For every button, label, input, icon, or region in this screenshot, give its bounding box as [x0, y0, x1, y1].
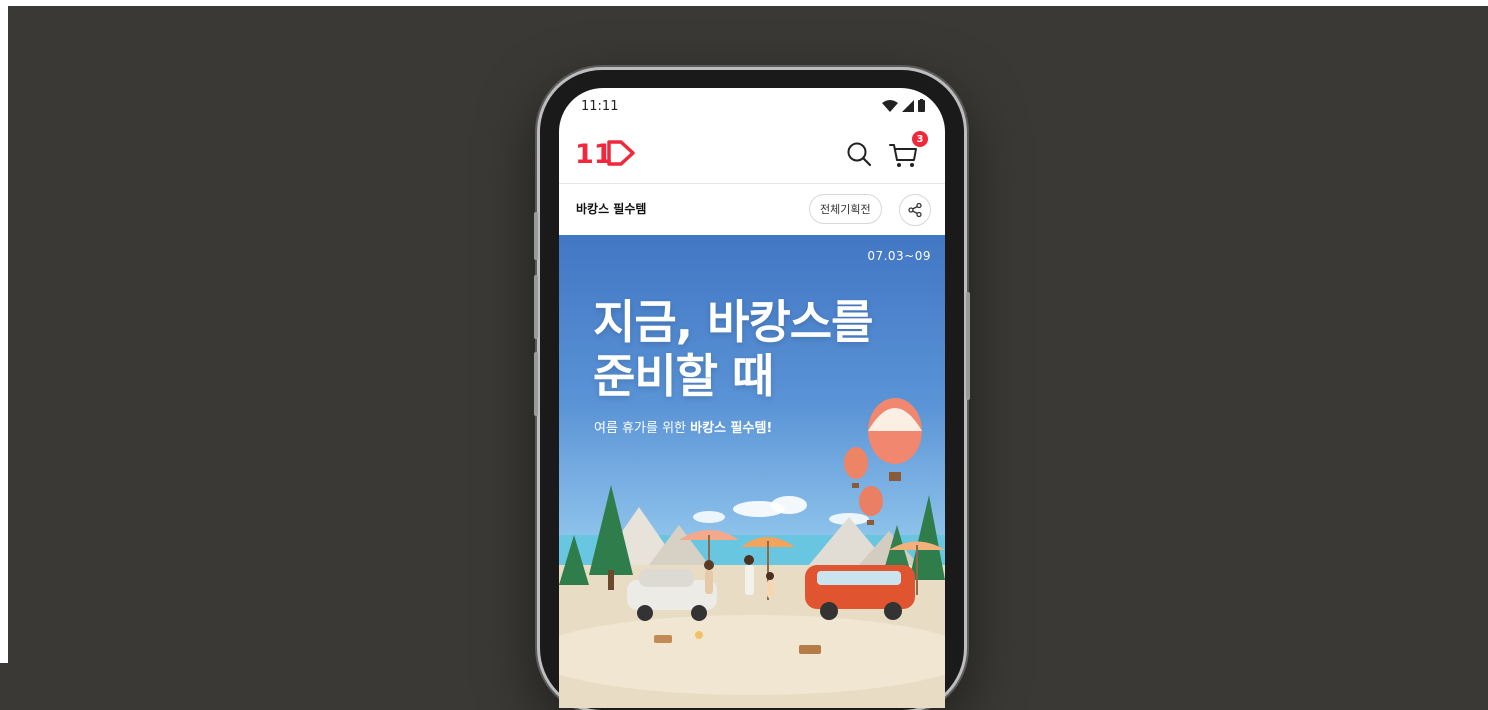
cart-count-badge: 3: [912, 131, 928, 147]
banner-date-range: 07.03~09: [867, 249, 931, 263]
banner-subtitle-bold: 바캉스 필수템!: [690, 421, 773, 436]
search-button[interactable]: [845, 140, 873, 168]
logo-text: 11: [575, 139, 613, 169]
page-title: 바캉스 필수템: [576, 202, 647, 216]
banner-headline-line2: 준비할 때: [593, 349, 774, 403]
phone-power-button: [966, 292, 970, 400]
banner-headline-line1: 지금, 바캉스를: [593, 295, 873, 349]
phone-volume-down-button: [534, 352, 538, 416]
wifi-icon: [882, 99, 898, 112]
phone-volume-up-button: [534, 275, 538, 339]
brand-logo[interactable]: 11: [575, 137, 637, 169]
phone-screen: 11:11 11 3 바캉스 필수템 전체기획전 07.03~09 지금, 바캉…: [559, 88, 945, 708]
banner-headline: 지금, 바캉스를 준비할 때: [593, 295, 873, 403]
frame-edge-top: [0, 0, 1488, 6]
status-icons: [882, 99, 925, 112]
all-events-button[interactable]: 전체기획전: [809, 194, 882, 224]
app-header: 11 3: [559, 125, 945, 184]
frame-edge-left: [0, 0, 8, 663]
status-bar: 11:11: [559, 88, 945, 125]
search-icon: [847, 142, 872, 167]
banner-subtitle-prefix: 여름 휴가를 위한: [594, 421, 691, 436]
status-time: 11:11: [581, 99, 619, 114]
sub-header: 바캉스 필수템 전체기획전: [559, 184, 945, 236]
signal-icon: [902, 99, 914, 112]
banner-subtitle: 여름 휴가를 위한 바캉스 필수템!: [594, 417, 772, 436]
phone-side-button: [534, 212, 538, 260]
battery-icon: [918, 99, 925, 112]
hero-banner[interactable]: 07.03~09 지금, 바캉스를 준비할 때 여름 휴가를 위한 바캉스 필수…: [559, 235, 945, 708]
share-button[interactable]: [899, 194, 931, 226]
share-icon: [908, 202, 922, 218]
phone-device: 11:11 11 3 바캉스 필수템 전체기획전 07.03~09 지금, 바캉…: [534, 70, 970, 710]
